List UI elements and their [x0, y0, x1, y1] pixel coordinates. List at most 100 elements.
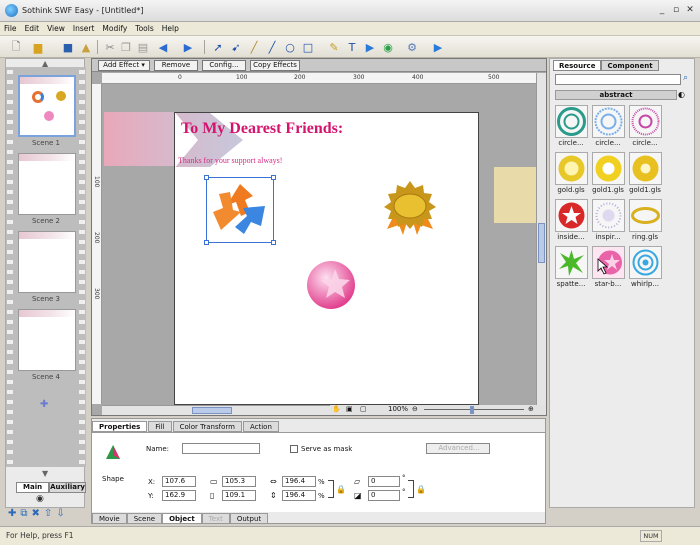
select-tool-icon[interactable]: ➚ [210, 39, 226, 55]
y-input[interactable]: 162.9 [162, 490, 196, 501]
category-menu-icon[interactable]: ◐ [678, 90, 685, 99]
delete-scene-icon[interactable]: ✖ [32, 508, 40, 519]
text-tool-icon[interactable]: T [344, 39, 360, 55]
button-tool-icon[interactable]: ▶ [362, 39, 378, 55]
tab-fill[interactable]: Fill [148, 421, 172, 432]
resource-item-10[interactable] [555, 246, 588, 279]
redo-icon[interactable]: ▶ [180, 39, 196, 55]
scene-thumb-4[interactable] [18, 309, 76, 371]
menu-tools[interactable]: Tools [131, 22, 157, 35]
tab-main[interactable]: Main [16, 482, 50, 493]
scale-y-input[interactable]: 196.4 [282, 490, 316, 501]
resource-item-8[interactable] [592, 199, 625, 232]
resource-item-3[interactable] [629, 105, 662, 138]
move-up-icon[interactable]: ⇧ [44, 508, 52, 519]
move-down-icon[interactable]: ⇩ [56, 508, 64, 519]
width-input[interactable]: 105.3 [222, 476, 256, 487]
vertical-scrollbar[interactable] [536, 73, 546, 405]
zoom-in-icon[interactable]: ⊕ [528, 405, 534, 413]
advanced-button[interactable]: Advanced... [426, 443, 490, 454]
undo-icon[interactable]: ◀ [155, 39, 171, 55]
add-effect-button[interactable]: Add Effect ▾ [98, 60, 150, 71]
tab-scene[interactable]: Scene [126, 513, 163, 524]
line-tool-icon[interactable]: ╱ [264, 39, 280, 55]
settings-tool-icon[interactable]: ⚙ [404, 39, 420, 55]
resource-item-9[interactable] [629, 199, 662, 232]
scene-thumb-2[interactable] [18, 153, 76, 215]
paste-icon[interactable]: ▤ [135, 39, 151, 55]
copy-effects-button[interactable]: Copy Effects [250, 60, 300, 71]
serve-as-mask-checkbox[interactable] [290, 445, 298, 453]
skew-lock-icon[interactable]: 🔒 [416, 485, 426, 494]
tab-action[interactable]: Action [242, 421, 279, 432]
search-icon[interactable]: ⌕ [683, 73, 688, 83]
open-folder-icon[interactable]: ▆ [30, 39, 46, 55]
save-icon[interactable]: ■ [60, 39, 76, 55]
tab-resource[interactable]: Resource [553, 60, 602, 71]
menu-view[interactable]: View [43, 22, 69, 35]
menu-insert[interactable]: Insert [69, 22, 99, 35]
new-file-icon[interactable]: 🗋 [8, 39, 24, 55]
status-text: For Help, press F1 [6, 531, 74, 540]
zoom-slider[interactable] [424, 409, 524, 410]
config-button[interactable]: Config... [202, 60, 246, 71]
menu-file[interactable]: File [0, 22, 21, 35]
tab-color-transform[interactable]: Color Transform [172, 421, 242, 432]
tab-output[interactable]: Output [229, 513, 269, 524]
globe-tool-icon[interactable]: ◉ [380, 39, 396, 55]
minimize-button[interactable]: _ [655, 4, 669, 17]
resource-item-5[interactable] [592, 152, 625, 185]
scale-x-input[interactable]: 196.4 [282, 476, 316, 487]
paint-tool-icon[interactable]: ✎ [326, 39, 342, 55]
resource-label-10: spatte... [556, 280, 586, 288]
category-header[interactable]: abstract [555, 90, 677, 100]
pink-star-ball-icon [307, 261, 355, 309]
scroll-down-arrow[interactable]: ▼ [42, 469, 48, 478]
selected-recycle-shape[interactable] [204, 175, 276, 245]
resource-item-12[interactable] [629, 246, 662, 279]
remove-button[interactable]: Remove [154, 60, 198, 71]
scene-thumb-1[interactable] [18, 75, 76, 137]
name-input[interactable] [182, 443, 260, 454]
duplicate-scene-icon[interactable]: ⧉ [20, 508, 27, 519]
resource-item-7[interactable] [555, 199, 588, 232]
eye-icon[interactable]: ◉ [36, 494, 44, 504]
publish-icon[interactable]: ▶ [430, 39, 446, 55]
new-scene-icon[interactable]: ✚ [8, 508, 16, 519]
zoom-out-icon[interactable]: ⊖ [412, 405, 418, 413]
skew-v-input[interactable]: 0 [368, 490, 400, 501]
rectangle-tool-icon[interactable]: □ [300, 39, 316, 55]
scale-lock-icon[interactable]: 🔒 [336, 485, 346, 494]
copy-icon[interactable]: ❐ [118, 39, 134, 55]
pan-icon[interactable]: ✋ [332, 405, 341, 413]
tab-object[interactable]: Object [162, 513, 202, 524]
tab-component[interactable]: Component [601, 60, 659, 71]
tab-movie[interactable]: Movie [92, 513, 127, 524]
subselect-tool-icon[interactable]: ➹ [228, 39, 244, 55]
cut-icon[interactable]: ✂ [102, 39, 118, 55]
pencil-tool-icon[interactable]: ╱ [246, 39, 262, 55]
tab-properties[interactable]: Properties [92, 421, 148, 432]
resource-item-6[interactable] [629, 152, 662, 185]
maximize-button[interactable]: ▫ [669, 4, 683, 17]
tab-auxiliary[interactable]: Auxiliary [49, 482, 86, 493]
fit-icon[interactable]: ▣ [346, 405, 353, 413]
skew-h-input[interactable]: 0 [368, 476, 400, 487]
resource-label-4: gold.gls [557, 186, 585, 194]
resource-item-1[interactable] [555, 105, 588, 138]
resource-search-input[interactable] [555, 74, 681, 85]
menu-modify[interactable]: Modify [98, 22, 131, 35]
menu-help[interactable]: Help [158, 22, 183, 35]
resource-item-2[interactable] [592, 105, 625, 138]
export-icon[interactable]: ▲ [78, 39, 94, 55]
menu-edit[interactable]: Edit [21, 22, 44, 35]
scene-thumb-3[interactable] [18, 231, 76, 293]
ellipse-tool-icon[interactable]: ○ [282, 39, 298, 55]
resource-item-11[interactable] [592, 246, 625, 279]
x-input[interactable]: 107.6 [162, 476, 196, 487]
add-scene-icon[interactable]: ✚ [40, 399, 48, 410]
close-button[interactable]: ✕ [683, 4, 697, 17]
height-input[interactable]: 109.1 [222, 490, 256, 501]
zoom-box-icon[interactable]: ▢ [360, 405, 367, 413]
resource-item-4[interactable] [555, 152, 588, 185]
